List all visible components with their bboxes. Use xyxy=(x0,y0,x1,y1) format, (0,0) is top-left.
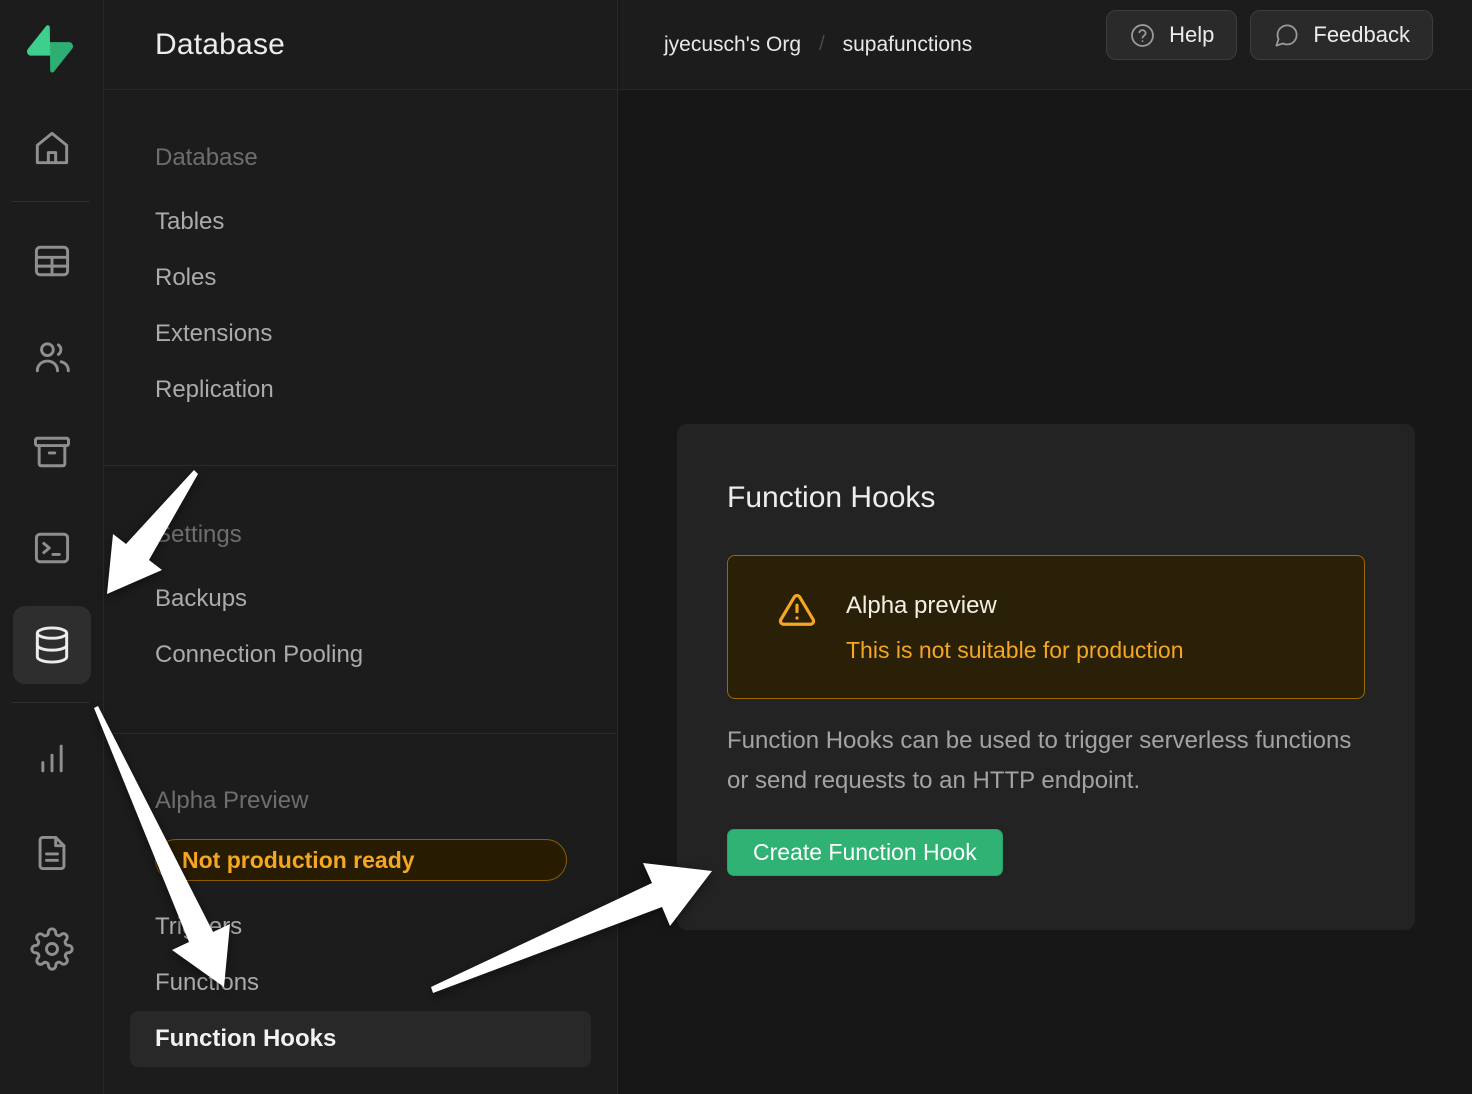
sidebar-item-function-hooks[interactable]: Function Hooks xyxy=(130,1011,591,1067)
feedback-button[interactable]: Feedback xyxy=(1250,10,1433,60)
gear-icon xyxy=(30,927,74,971)
archive-box-icon xyxy=(30,430,74,474)
supabase-logo-icon[interactable] xyxy=(27,25,73,73)
main-content: Function Hooks Alpha preview This is not… xyxy=(619,91,1472,1094)
table-icon xyxy=(30,239,74,283)
sidebar-item-logs[interactable] xyxy=(13,814,91,892)
supabase-dashboard: Database Database Tables Roles Extension… xyxy=(0,0,1472,1094)
terminal-icon xyxy=(30,526,74,570)
feedback-bubble-icon xyxy=(1273,22,1300,49)
breadcrumb-separator: / xyxy=(819,33,825,56)
sidebar-title: Database xyxy=(155,28,285,62)
database-sidebar: Database Database Tables Roles Extension… xyxy=(104,0,618,1094)
icon-rail xyxy=(0,0,104,1094)
sidebar-item-extensions[interactable]: Extensions xyxy=(130,306,591,362)
alert-title: Alpha preview xyxy=(846,591,1184,621)
sidebar-item-home[interactable] xyxy=(13,109,91,187)
feedback-button-label: Feedback xyxy=(1313,22,1410,48)
sidebar-item-table-editor[interactable] xyxy=(13,222,91,300)
sidebar-item-reports[interactable] xyxy=(13,719,91,797)
alert-message: This is not suitable for production xyxy=(846,635,1184,665)
help-button-label: Help xyxy=(1169,22,1214,48)
document-icon xyxy=(30,831,74,875)
sidebar-item-replication[interactable]: Replication xyxy=(130,362,591,418)
create-function-hook-button[interactable]: Create Function Hook xyxy=(727,829,1003,876)
database-icon xyxy=(30,623,74,667)
warning-triangle-icon xyxy=(778,591,816,629)
not-production-ready-badge: Not production ready xyxy=(155,839,567,881)
sidebar-item-roles[interactable]: Roles xyxy=(130,250,591,306)
sidebar-item-settings[interactable] xyxy=(13,910,91,988)
sidebar-item-backups[interactable]: Backups xyxy=(130,571,591,627)
sidebar-header: Database xyxy=(104,0,617,90)
sidebar-item-functions[interactable]: Functions xyxy=(130,955,591,1011)
top-header: jyecusch's Org / supafunctions Help Feed… xyxy=(619,0,1472,90)
sidebar-group-label-alpha-preview: Alpha Preview xyxy=(130,773,591,829)
alpha-preview-alert: Alpha preview This is not suitable for p… xyxy=(727,555,1365,699)
sidebar-item-storage[interactable] xyxy=(13,413,91,491)
card-description: Function Hooks can be used to trigger se… xyxy=(727,721,1352,801)
sidebar-divider xyxy=(104,733,617,734)
breadcrumb-org[interactable]: jyecusch's Org xyxy=(664,33,801,57)
rail-divider xyxy=(12,201,90,202)
alert-texts: Alpha preview This is not suitable for p… xyxy=(846,591,1184,665)
help-circle-icon xyxy=(1129,22,1156,49)
sidebar-item-authentication[interactable] xyxy=(13,318,91,396)
header-actions: Help Feedback xyxy=(1106,10,1433,60)
page-title: Function Hooks xyxy=(727,424,1365,516)
home-icon xyxy=(30,126,74,170)
rail-divider xyxy=(12,702,90,703)
sidebar-item-connection-pooling[interactable]: Connection Pooling xyxy=(130,627,591,683)
sidebar-group-label-database: Database xyxy=(130,130,591,186)
sidebar-group-label-settings: Settings xyxy=(130,507,591,563)
breadcrumb-project[interactable]: supafunctions xyxy=(843,33,973,57)
sidebar-item-database[interactable] xyxy=(13,606,91,684)
sidebar-item-tables[interactable]: Tables xyxy=(130,194,591,250)
sidebar-item-triggers[interactable]: Triggers xyxy=(130,899,591,955)
users-icon xyxy=(30,335,74,379)
sidebar-nav: Database Tables Roles Extensions Replica… xyxy=(104,90,617,1067)
sidebar-divider xyxy=(104,465,617,466)
help-button[interactable]: Help xyxy=(1106,10,1237,60)
sidebar-item-sql-editor[interactable] xyxy=(13,509,91,587)
function-hooks-card: Function Hooks Alpha preview This is not… xyxy=(677,424,1415,930)
bar-chart-icon xyxy=(30,736,74,780)
